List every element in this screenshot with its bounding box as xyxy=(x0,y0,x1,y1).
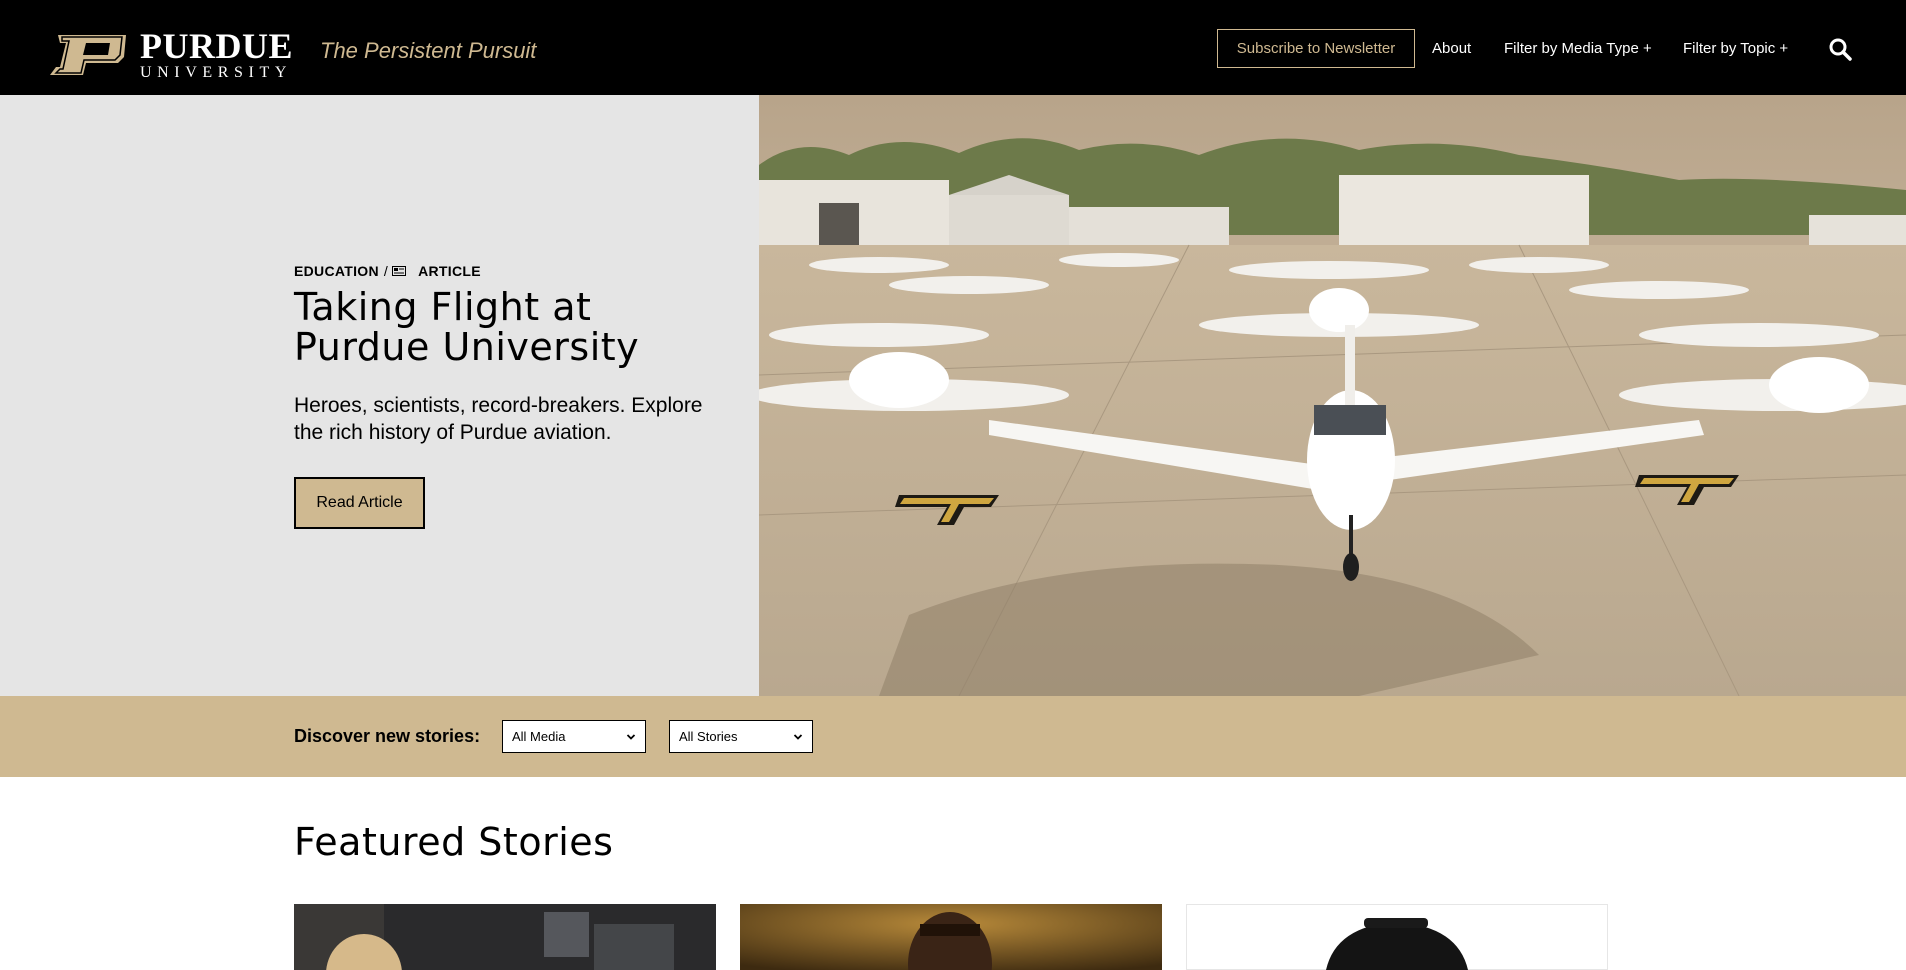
stories-select-value: All Stories xyxy=(679,729,738,744)
hero-category[interactable]: EDUCATION xyxy=(294,263,379,279)
site-header: PURDUE UNIVERSITY The Persistent Pursuit… xyxy=(0,0,1906,95)
purdue-p-logo-icon xyxy=(50,34,126,75)
featured-card-3[interactable] xyxy=(1186,904,1608,970)
featured-card-3-image xyxy=(1186,904,1608,970)
chevron-down-icon xyxy=(793,734,803,740)
media-select[interactable]: All Media xyxy=(502,720,646,753)
nav-filter-topic[interactable]: Filter by Topic + xyxy=(1683,40,1788,57)
hero-kicker: EDUCATION / ARTICLE xyxy=(294,263,481,279)
featured-card-2-image xyxy=(740,904,1162,970)
discover-bar: Discover new stories: All Media All Stor… xyxy=(0,696,1906,777)
discover-label: Discover new stories: xyxy=(294,726,481,746)
chevron-down-icon xyxy=(626,734,636,740)
logo-wordmark: PURDUE xyxy=(140,26,293,66)
featured-stories-heading: Featured Stories xyxy=(294,820,614,864)
featured-card-2[interactable] xyxy=(740,904,1162,970)
nav-about[interactable]: About xyxy=(1432,40,1471,57)
site-tagline[interactable]: The Persistent Pursuit xyxy=(320,38,536,64)
hero-description: Heroes, scientists, record-breakers. Exp… xyxy=(294,394,703,444)
subscribe-newsletter-button[interactable]: Subscribe to Newsletter xyxy=(1217,29,1415,68)
search-icon[interactable] xyxy=(1828,37,1852,61)
airplanes-on-apron-image xyxy=(759,95,1906,696)
hero-image xyxy=(759,95,1906,696)
article-card-icon xyxy=(392,266,407,276)
purdue-logo[interactable]: PURDUE UNIVERSITY xyxy=(48,28,293,81)
hero-section: EDUCATION / ARTICLE Taking Flight at Pur… xyxy=(0,95,1906,696)
read-article-button[interactable]: Read Article xyxy=(294,477,425,529)
nav-filter-media-type[interactable]: Filter by Media Type + xyxy=(1504,40,1652,57)
hero-text-panel: EDUCATION / ARTICLE Taking Flight at Pur… xyxy=(0,95,759,696)
featured-card-1-image xyxy=(294,904,716,970)
logo-subtitle: UNIVERSITY xyxy=(140,64,292,81)
hero-media-type[interactable]: ARTICLE xyxy=(418,263,481,279)
kicker-separator: / xyxy=(383,263,389,279)
featured-card-1[interactable] xyxy=(294,904,716,970)
hero-title[interactable]: Taking Flight at Purdue University xyxy=(294,287,734,367)
stories-select[interactable]: All Stories xyxy=(669,720,813,753)
media-select-value: All Media xyxy=(512,729,566,744)
